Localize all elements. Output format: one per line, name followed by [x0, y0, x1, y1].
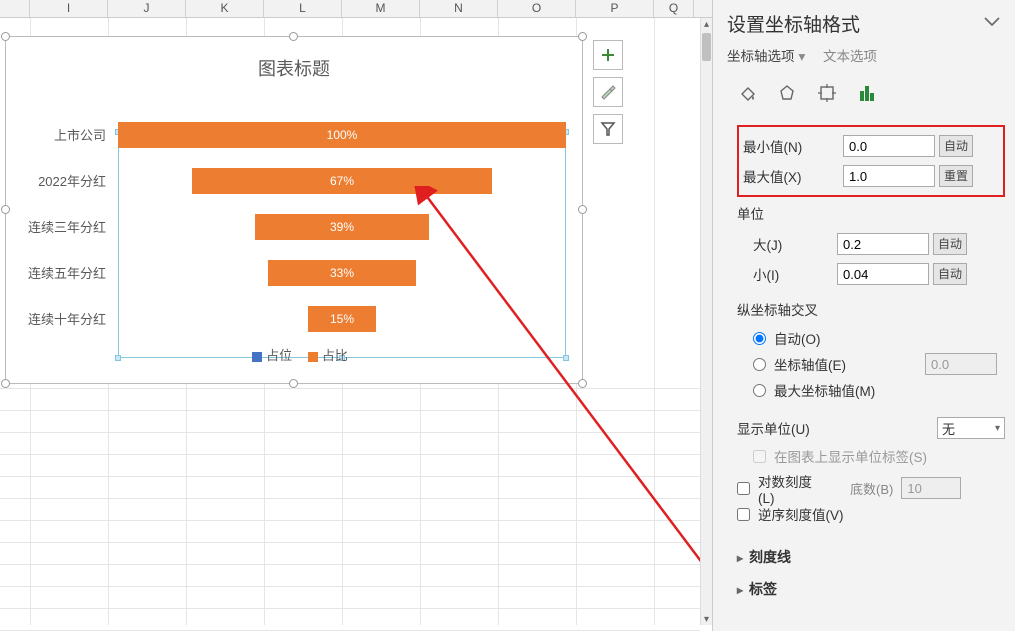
resize-handle[interactable] — [1, 379, 10, 388]
tab-axis-options[interactable]: 坐标轴选项 — [727, 49, 795, 64]
format-axis-panel: 设置坐标轴格式 坐标轴选项 ▾ 文本选项 最小值(N) 自动 — [712, 0, 1015, 631]
major-auto-button[interactable]: 自动 — [933, 233, 967, 255]
log-scale-checkbox[interactable] — [737, 482, 750, 495]
chart-legend[interactable]: 占位 占比 — [6, 345, 582, 364]
labels-section-toggle[interactable]: ▸标签 — [737, 579, 1005, 599]
chart-object[interactable]: 图表标题 上市公司 2022年分红 连续三年分红 连续五年分红 连续十年分红 1… — [5, 36, 583, 384]
cross-auto-label: 自动(O) — [774, 328, 821, 348]
chart-title[interactable]: 图表标题 — [6, 37, 582, 89]
major-unit-input[interactable] — [837, 233, 929, 255]
display-units-select[interactable]: 无 ▾ — [937, 417, 1005, 439]
funnel-icon — [600, 121, 616, 137]
log-base-input — [901, 477, 961, 499]
bar[interactable]: 39% — [255, 214, 430, 240]
y-axis-label: 2022年分红 — [6, 171, 112, 190]
y-axis-label: 连续三年分红 — [6, 217, 112, 236]
panel-title: 设置坐标轴格式 — [727, 10, 860, 37]
min-value-input[interactable] — [843, 135, 935, 157]
log-base-label: 底数(B) — [850, 479, 893, 498]
y-axis-label: 连续十年分红 — [6, 309, 112, 328]
resize-handle[interactable] — [289, 379, 298, 388]
minor-unit-label: 小(I) — [753, 264, 837, 284]
col-header[interactable]: P — [576, 0, 654, 17]
resize-handle[interactable] — [578, 32, 587, 41]
vertical-scrollbar[interactable]: ▴ ▾ — [700, 18, 712, 625]
col-header[interactable]: I — [30, 0, 108, 17]
cross-max-label: 最大坐标轴值(M) — [774, 380, 875, 400]
minor-auto-button[interactable]: 自动 — [933, 263, 967, 285]
scroll-track[interactable] — [701, 30, 712, 613]
bar[interactable]: 15% — [308, 306, 375, 332]
resize-handle[interactable] — [1, 205, 10, 214]
y-axis-label: 上市公司 — [6, 125, 112, 144]
cross-value-label: 坐标轴值(E) — [774, 354, 846, 374]
cross-value-input — [925, 353, 997, 375]
scroll-up-button[interactable]: ▴ — [701, 18, 712, 30]
cross-max-radio[interactable] — [753, 384, 766, 397]
ticks-section-toggle[interactable]: ▸刻度线 — [737, 547, 1005, 567]
axis-options-icon[interactable] — [853, 79, 881, 107]
legend-label: 占位 — [266, 348, 292, 363]
chevron-down-icon — [983, 14, 1001, 28]
chart-side-buttons — [593, 40, 623, 144]
legend-swatch — [252, 352, 262, 362]
collapse-panel-button[interactable] — [979, 10, 1005, 37]
spreadsheet-area: I J K L M N O P Q — [0, 0, 712, 631]
max-value-input[interactable] — [843, 165, 935, 187]
plus-icon — [600, 47, 616, 63]
col-header[interactable]: J — [108, 0, 186, 17]
major-unit-label: 大(J) — [753, 234, 837, 254]
min-label: 最小值(N) — [743, 136, 843, 156]
max-label: 最大值(X) — [743, 166, 843, 186]
reverse-order-checkbox[interactable] — [737, 508, 750, 521]
log-scale-label: 对数刻度(L) — [758, 471, 824, 506]
resize-handle[interactable] — [289, 32, 298, 41]
col-header[interactable]: M — [342, 0, 420, 17]
reverse-order-label: 逆序刻度值(V) — [758, 504, 844, 524]
cross-header: 纵坐标轴交叉 — [737, 299, 1005, 319]
style-brush-button[interactable] — [593, 77, 623, 107]
dropdown-caret-icon[interactable]: ▾ — [799, 49, 806, 65]
resize-handle[interactable] — [578, 205, 587, 214]
units-header: 单位 — [737, 203, 1005, 223]
bar[interactable]: 33% — [268, 260, 416, 286]
fill-bucket-icon[interactable] — [733, 79, 761, 107]
min-auto-button[interactable]: 自动 — [939, 135, 973, 157]
col-header[interactable]: Q — [654, 0, 694, 17]
col-header[interactable]: L — [264, 0, 342, 17]
effects-icon[interactable] — [773, 79, 801, 107]
scroll-thumb[interactable] — [702, 33, 711, 61]
legend-swatch — [308, 352, 318, 362]
bounds-highlight: 最小值(N) 自动 最大值(X) 重置 — [737, 125, 1005, 197]
cross-auto-radio[interactable] — [753, 332, 766, 345]
col-header[interactable]: N — [420, 0, 498, 17]
max-reset-button[interactable]: 重置 — [939, 165, 973, 187]
show-units-on-chart-label: 在图表上显示单位标签(S) — [774, 446, 927, 466]
display-units-value: 无 — [942, 419, 955, 438]
chevron-down-icon: ▾ — [995, 423, 1000, 434]
col-header-partial[interactable] — [0, 0, 30, 17]
tab-text-options[interactable]: 文本选项 — [823, 49, 877, 64]
resize-handle[interactable] — [1, 32, 10, 41]
size-props-icon[interactable] — [813, 79, 841, 107]
col-header[interactable]: K — [186, 0, 264, 17]
filter-button[interactable] — [593, 114, 623, 144]
resize-handle[interactable] — [578, 379, 587, 388]
chevron-right-icon: ▸ — [737, 551, 743, 565]
legend-label: 占比 — [322, 348, 348, 363]
minor-unit-input[interactable] — [837, 263, 929, 285]
col-header[interactable]: O — [498, 0, 576, 17]
scroll-down-button[interactable]: ▾ — [701, 613, 712, 625]
display-units-label: 显示单位(U) — [737, 418, 867, 438]
brush-icon — [599, 83, 617, 101]
chevron-right-icon: ▸ — [737, 583, 743, 597]
cross-value-radio[interactable] — [753, 358, 766, 371]
bar[interactable]: 67% — [192, 168, 492, 194]
bar[interactable]: 100% — [118, 122, 566, 148]
column-headers: I J K L M N O P Q — [0, 0, 712, 18]
y-axis-label: 连续五年分红 — [6, 263, 112, 282]
show-units-on-chart-checkbox — [753, 450, 766, 463]
add-element-button[interactable] — [593, 40, 623, 70]
